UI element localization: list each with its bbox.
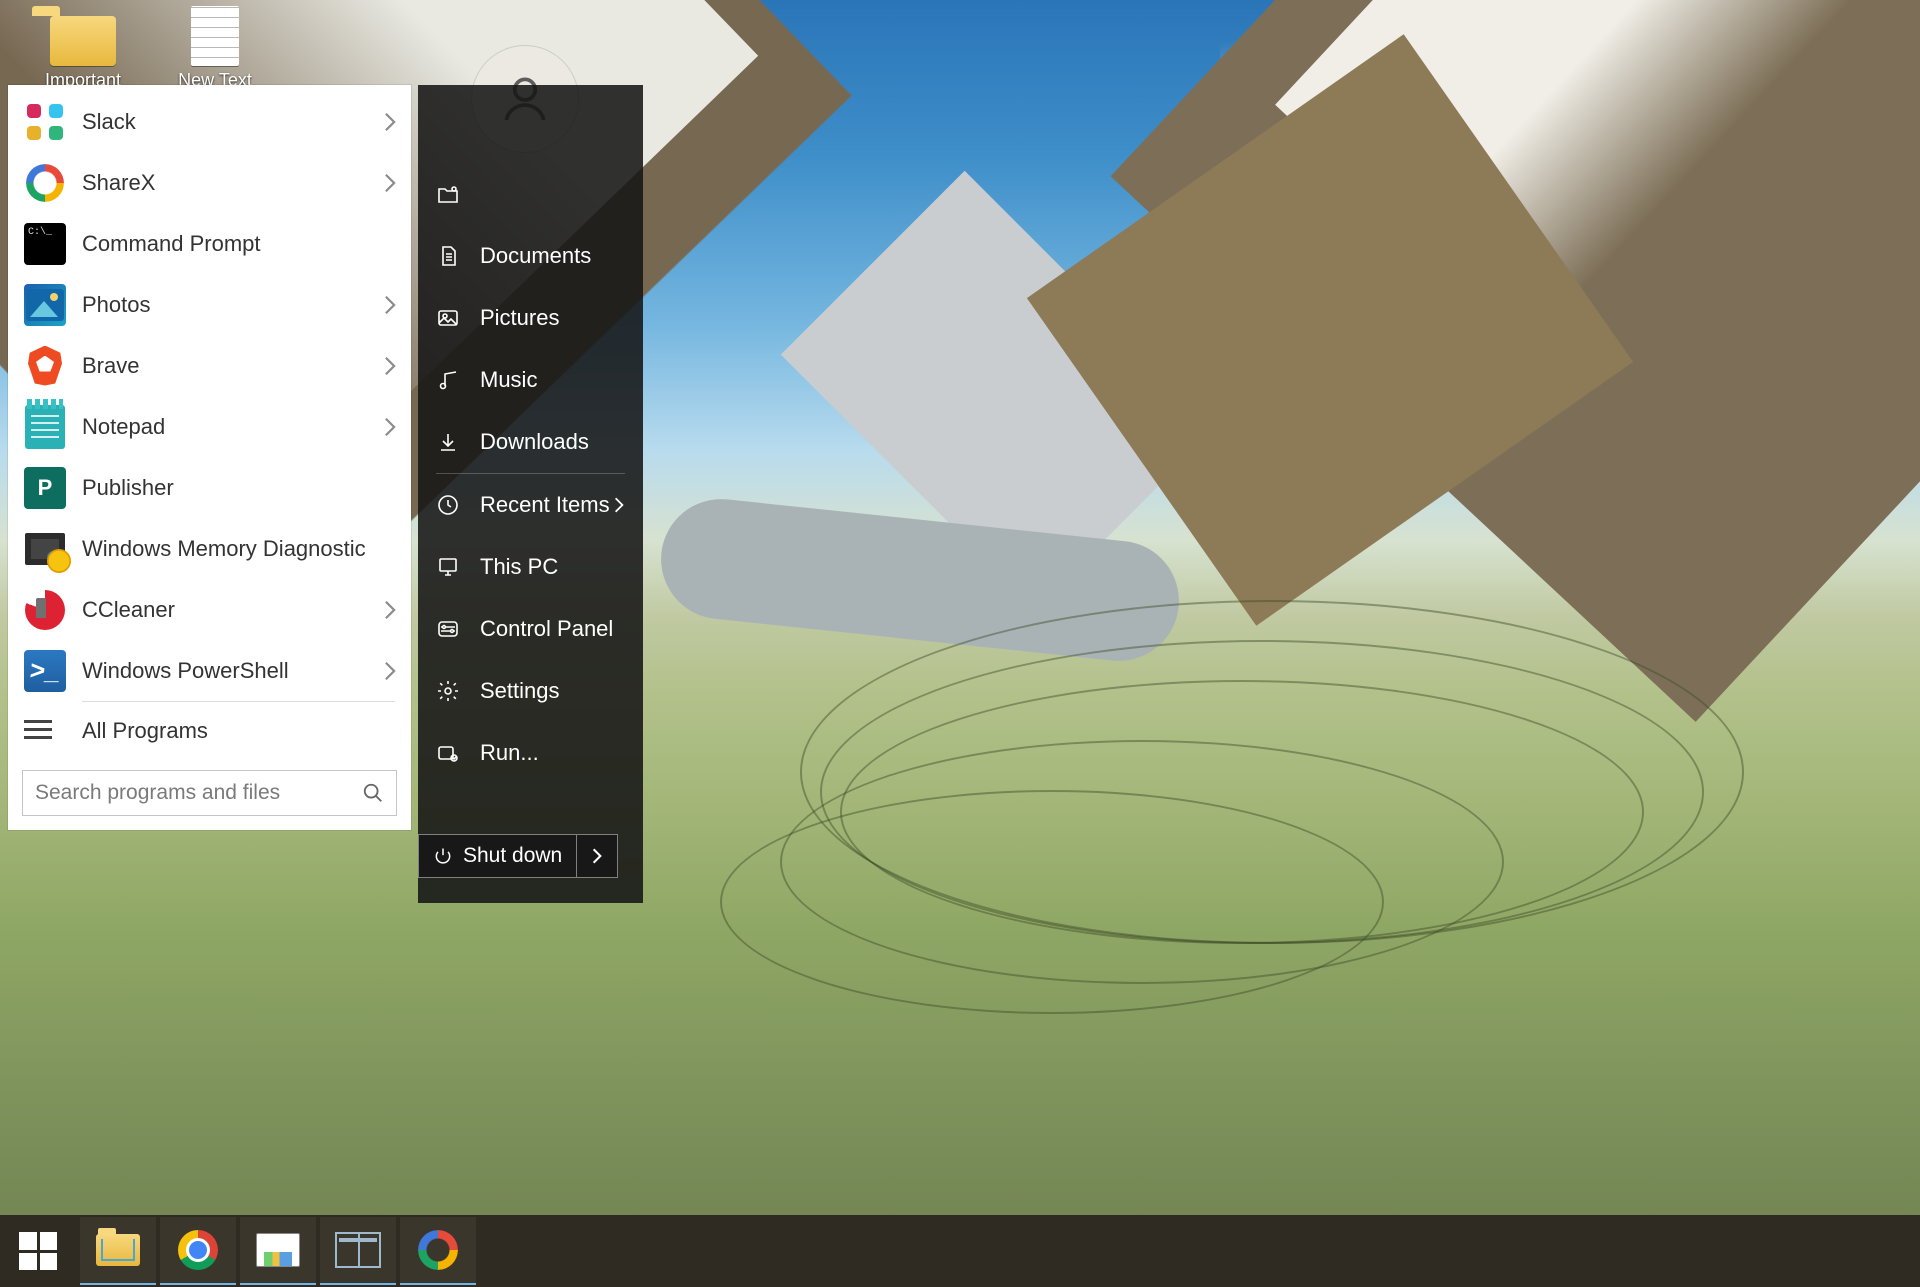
start-item-label: ShareX [82, 170, 155, 196]
shutdown-button[interactable]: Shut down [418, 834, 576, 878]
panel-item-run[interactable]: Run... [418, 722, 643, 784]
panel-item-documents[interactable]: Documents [418, 225, 643, 287]
clock-icon [436, 493, 460, 517]
panel-item-music[interactable]: Music [418, 349, 643, 411]
panel-item-pictures[interactable]: Pictures [418, 287, 643, 349]
start-item-label: Slack [82, 109, 136, 135]
start-menu-app-list: Slack ShareX Command Prompt Photos [8, 85, 411, 701]
command-prompt-icon [24, 223, 66, 265]
start-item-label: Brave [82, 353, 139, 379]
start-item-label: Notepad [82, 414, 165, 440]
shutdown-label: Shut down [463, 844, 562, 868]
panel-item-label: Documents [480, 243, 591, 269]
start-item-notepad[interactable]: Notepad [8, 396, 411, 457]
start-item-label: CCleaner [82, 597, 175, 623]
music-icon [436, 368, 460, 392]
taskbar-button-taskmanager[interactable] [240, 1217, 316, 1285]
chevron-right-icon [383, 416, 397, 438]
panel-item-label: This PC [480, 554, 558, 580]
desktop-icon-new-text[interactable]: New Text [160, 6, 270, 91]
memory-diagnostic-icon [24, 528, 66, 570]
taskbar-button-start-layout[interactable] [320, 1217, 396, 1285]
start-item-label: Windows Memory Diagnostic [82, 536, 366, 562]
run-icon [436, 741, 460, 765]
chevron-right-icon [383, 111, 397, 133]
text-file-icon [191, 6, 239, 66]
gear-icon [436, 679, 460, 703]
desktop-icon-important[interactable]: Important [28, 6, 138, 91]
panel-item-label: Pictures [480, 305, 559, 331]
panel-item-this-pc[interactable]: This PC [418, 536, 643, 598]
powershell-icon: >_ [24, 650, 66, 692]
picture-icon [436, 306, 460, 330]
start-item-command-prompt[interactable]: Command Prompt [8, 213, 411, 274]
panel-item-label: Music [480, 367, 537, 393]
start-item-slack[interactable]: Slack [8, 91, 411, 152]
ccleaner-icon [24, 589, 66, 631]
chevron-right-icon [383, 355, 397, 377]
panel-item-control-panel[interactable]: Control Panel [418, 598, 643, 660]
search-icon [362, 782, 384, 804]
sharex-icon [418, 1230, 458, 1270]
panel-item-label: Control Panel [480, 616, 613, 642]
chevron-right-icon [383, 294, 397, 316]
document-icon [436, 244, 460, 268]
panel-item-label: Run... [480, 740, 539, 766]
start-item-label: Photos [82, 292, 151, 318]
start-item-brave[interactable]: Brave [8, 335, 411, 396]
panel-item-label: Downloads [480, 429, 589, 455]
start-item-ccleaner[interactable]: CCleaner [8, 579, 411, 640]
panel-item-user-folder[interactable] [418, 163, 643, 225]
search-input[interactable]: Search programs and files [22, 770, 397, 816]
taskbar [0, 1215, 1920, 1287]
chevron-right-icon [613, 496, 625, 514]
start-item-powershell[interactable]: >_ Windows PowerShell [8, 640, 411, 701]
panel-item-downloads[interactable]: Downloads [418, 411, 643, 473]
taskbar-button-chrome[interactable] [160, 1217, 236, 1285]
chevron-right-icon [383, 660, 397, 682]
start-item-memory-diagnostic[interactable]: Windows Memory Diagnostic [8, 518, 411, 579]
monitor-icon [256, 1233, 300, 1267]
start-menu-side-panel: Documents Pictures Music Downloads Rece [418, 85, 643, 903]
taskbar-start-button[interactable] [0, 1218, 76, 1284]
windows-icon [19, 1232, 57, 1270]
shutdown-options-button[interactable] [576, 834, 618, 878]
taskbar-button-sharex[interactable] [400, 1217, 476, 1285]
all-programs-button[interactable]: All Programs [8, 702, 411, 760]
start-menu: Slack ShareX Command Prompt Photos [8, 85, 411, 830]
list-icon [24, 720, 52, 742]
all-programs-label: All Programs [82, 718, 208, 744]
start-item-photos[interactable]: Photos [8, 274, 411, 335]
download-icon [436, 430, 460, 454]
publisher-icon: P [24, 467, 66, 509]
chevron-right-icon [383, 172, 397, 194]
start-item-sharex[interactable]: ShareX [8, 152, 411, 213]
chevron-right-icon [383, 599, 397, 621]
pc-icon [436, 555, 460, 579]
folder-icon [96, 1234, 140, 1266]
start-item-label: Publisher [82, 475, 174, 501]
panel-item-recent-items[interactable]: Recent Items [418, 474, 643, 536]
taskbar-button-explorer[interactable] [80, 1217, 156, 1285]
controls-icon [436, 617, 460, 641]
folder-icon [32, 6, 60, 16]
sharex-icon [24, 162, 66, 204]
start-layout-icon [335, 1232, 381, 1268]
notepad-icon [24, 406, 66, 448]
chrome-icon [178, 1230, 218, 1270]
start-item-publisher[interactable]: P Publisher [8, 457, 411, 518]
start-item-label: Windows PowerShell [82, 658, 289, 684]
start-item-label: Command Prompt [82, 231, 261, 257]
power-icon [433, 846, 453, 866]
photos-icon [24, 284, 66, 326]
panel-item-label: Settings [480, 678, 560, 704]
panel-item-settings[interactable]: Settings [418, 660, 643, 722]
panel-item-label: Recent Items [480, 492, 610, 518]
user-folder-icon [436, 182, 460, 206]
brave-icon [24, 345, 66, 387]
search-placeholder: Search programs and files [35, 781, 280, 805]
chevron-right-icon [591, 847, 603, 865]
slack-icon [24, 101, 66, 143]
shutdown-split-button: Shut down [418, 834, 618, 878]
